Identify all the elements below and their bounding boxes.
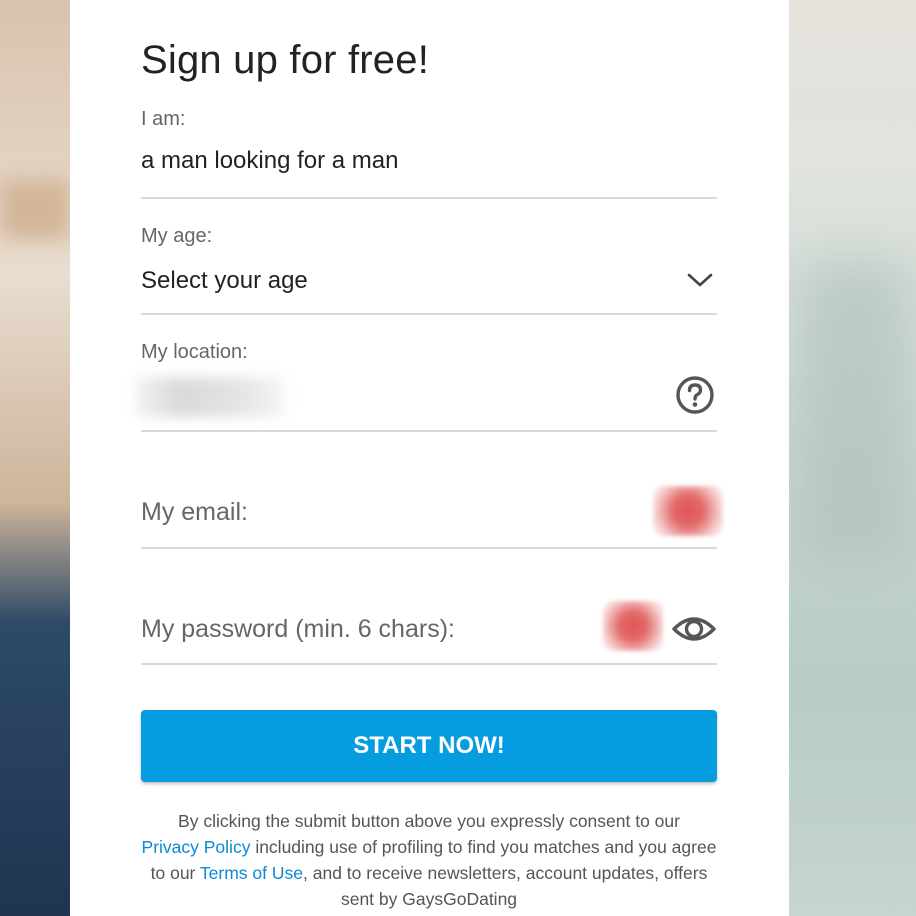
page-title: Sign up for free! — [141, 38, 430, 82]
location-label: My location: — [141, 341, 248, 363]
privacy-policy-link[interactable]: Privacy Policy — [142, 837, 251, 857]
email-indicator-redacted — [653, 486, 723, 536]
eye-icon[interactable] — [671, 609, 717, 649]
location-value-redacted — [135, 377, 285, 417]
start-now-button[interactable]: START NOW! — [141, 710, 717, 782]
page-background: Sign up for free! I am: a man looking fo… — [0, 0, 916, 916]
consent-text-3: , and to receive newsletters, account up… — [303, 863, 708, 909]
email-field[interactable]: My email: — [141, 450, 723, 549]
location-field[interactable]: My location: — [135, 333, 717, 432]
question-circle-icon[interactable] — [675, 375, 715, 415]
age-select[interactable]: My age: Select your age — [141, 217, 717, 315]
background-photo-right — [789, 0, 916, 916]
password-label: My password (min. 6 chars): — [141, 615, 455, 643]
password-field[interactable]: My password (min. 6 chars): — [141, 567, 717, 665]
background-photo-left — [0, 0, 70, 916]
chevron-down-icon[interactable] — [687, 267, 713, 293]
email-label: My email: — [141, 498, 248, 526]
signup-card: Sign up for free! I am: a man looking fo… — [70, 0, 789, 916]
iam-label: I am: — [141, 108, 186, 130]
terms-of-use-link[interactable]: Terms of Use — [200, 863, 303, 883]
consent-text: By clicking the submit button above you … — [141, 808, 717, 912]
iam-value[interactable]: a man looking for a man — [141, 147, 398, 175]
iam-select[interactable]: I am: a man looking for a man — [141, 100, 717, 199]
age-label: My age: — [141, 225, 213, 247]
consent-text-1: By clicking the submit button above you … — [178, 811, 680, 831]
age-value[interactable]: Select your age — [141, 267, 308, 295]
password-indicator-redacted — [603, 601, 663, 651]
